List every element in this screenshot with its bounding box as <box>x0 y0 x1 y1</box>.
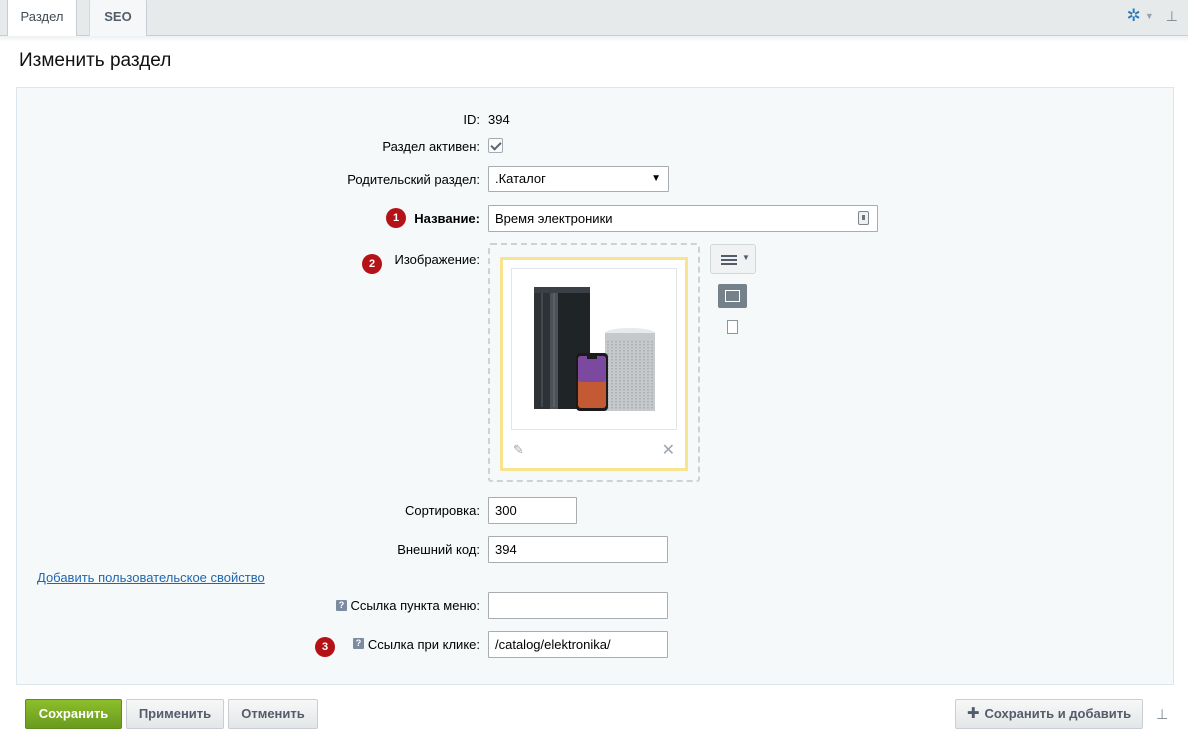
electronics-image <box>534 287 655 411</box>
save-button[interactable]: Сохранить <box>25 699 122 729</box>
parent-select-value: .Каталог <box>495 171 546 186</box>
image-uploader[interactable]: ✎ ✕ <box>488 243 700 482</box>
add-property-link[interactable]: Добавить пользовательское свойство <box>37 570 265 585</box>
parent-label: Родительский раздел: <box>347 172 480 187</box>
sort-label: Сортировка: <box>405 503 480 518</box>
image-label: Изображение: <box>394 252 480 267</box>
file-icon[interactable] <box>727 320 738 334</box>
save-and-add-button[interactable]: ✚ Сохранить и добавить <box>955 699 1143 729</box>
tab-seo[interactable]: SEO <box>89 0 147 36</box>
image-preview-frame: ✎ ✕ <box>500 257 688 471</box>
chevron-down-icon: ▼ <box>742 253 750 262</box>
divider <box>0 36 1188 42</box>
active-checkbox[interactable] <box>488 138 503 153</box>
pin-icon[interactable]: ⊥ <box>1166 8 1178 25</box>
extcode-field-value: 394 <box>495 542 517 557</box>
cancel-button[interactable]: Отменить <box>228 699 318 729</box>
image-preview <box>511 268 677 430</box>
sort-field[interactable]: 300 <box>488 497 577 524</box>
close-icon[interactable]: ✕ <box>662 440 675 460</box>
plus-icon: ✚ <box>966 705 980 722</box>
menu-link-field[interactable] <box>488 592 668 619</box>
save-and-add-label: Сохранить и добавить <box>984 706 1132 721</box>
click-link-field[interactable]: /catalog/elektronika/ <box>488 631 668 658</box>
active-label: Раздел активен: <box>382 139 480 154</box>
tab-bar: Раздел SEO ✲ ▼ ⊥ <box>0 0 1188 37</box>
image-icon[interactable] <box>718 284 747 308</box>
parent-select[interactable]: .Каталог ▼ <box>488 166 669 192</box>
pin-icon[interactable]: ⊥ <box>1156 706 1168 723</box>
page-title: Изменить раздел <box>19 50 172 71</box>
pencil-icon[interactable]: ✎ <box>513 442 524 458</box>
extcode-field[interactable]: 394 <box>488 536 668 563</box>
name-field[interactable]: Время электроники <box>488 205 878 232</box>
lock-icon[interactable] <box>858 211 869 225</box>
gear-icon[interactable]: ✲ <box>1127 6 1141 26</box>
name-field-value: Время электроники <box>495 211 613 226</box>
click-link-label: Ссылка при клике: <box>367 637 480 652</box>
extcode-label: Внешний код: <box>397 542 480 557</box>
image-menu-button[interactable]: ▼ <box>710 244 756 274</box>
id-value: 394 <box>488 112 510 127</box>
chevron-down-icon: ▼ <box>651 173 661 184</box>
tab-section[interactable]: Раздел <box>7 0 77 37</box>
chevron-down-icon[interactable]: ▼ <box>1145 11 1154 21</box>
id-label: ID: <box>463 112 480 127</box>
menu-icon <box>721 255 737 257</box>
tab-tools: ✲ ▼ ⊥ <box>1127 6 1178 26</box>
click-link-field-value: /catalog/elektronika/ <box>495 637 611 652</box>
apply-button[interactable]: Применить <box>126 699 224 729</box>
name-label: Название: <box>414 211 480 226</box>
sort-field-value: 300 <box>495 503 517 518</box>
menu-link-label: Ссылка пункта меню: <box>350 598 480 613</box>
